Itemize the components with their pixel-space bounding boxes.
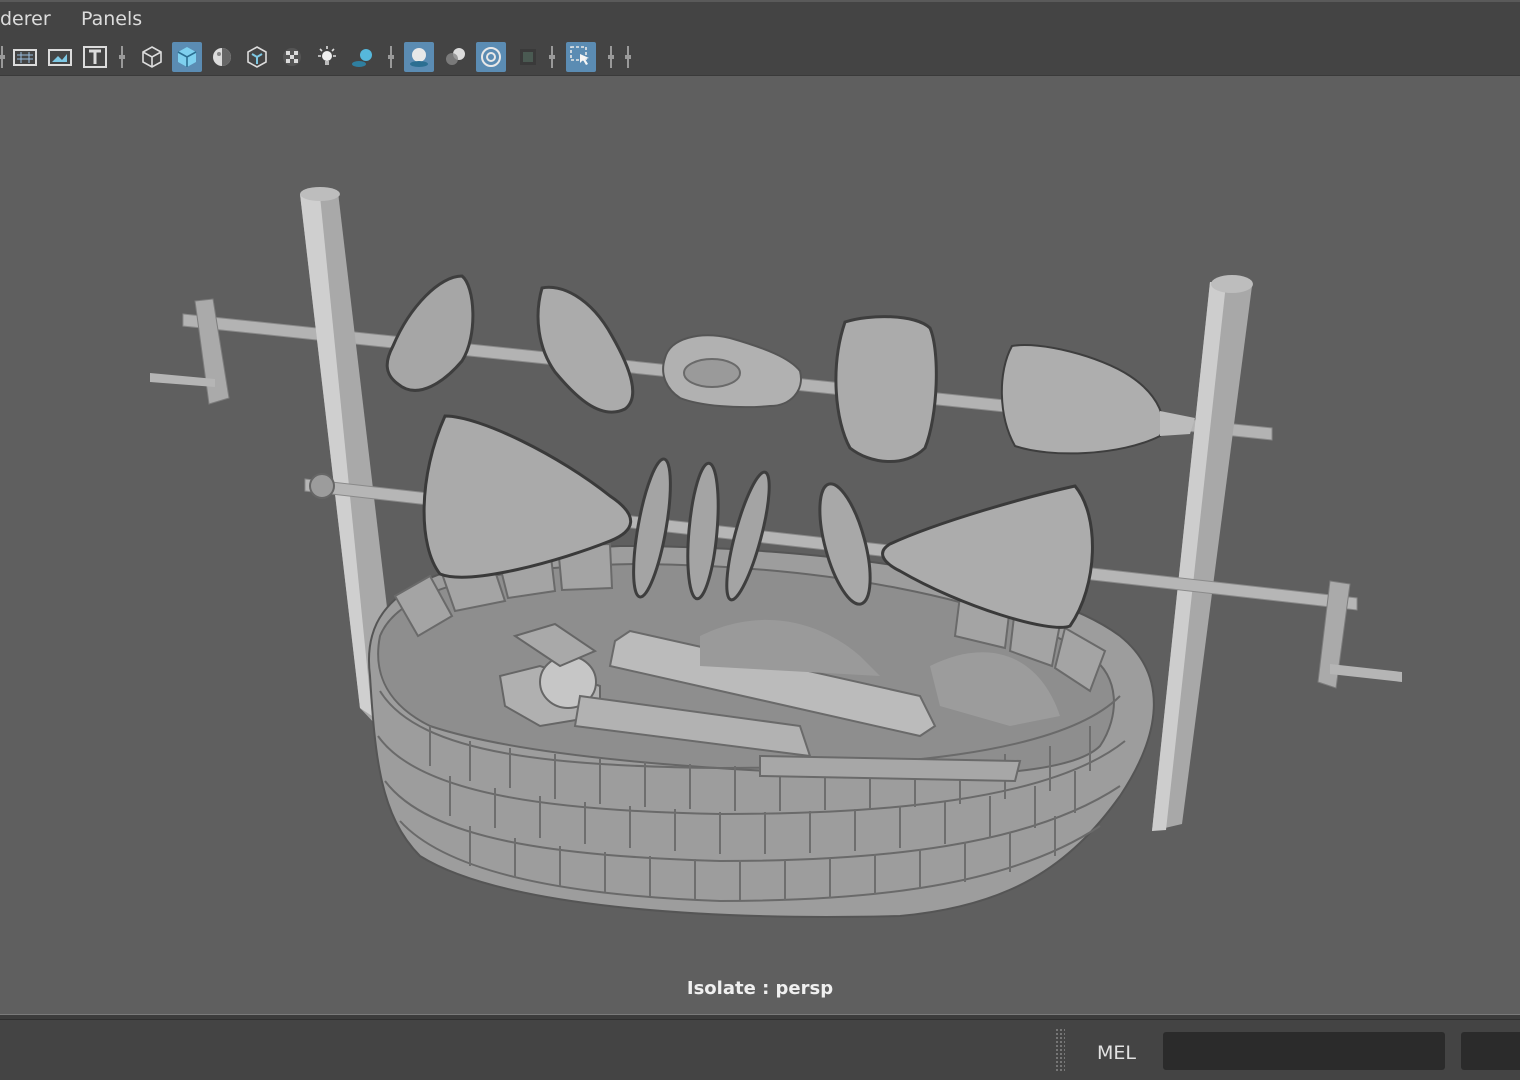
drag-handle-icon[interactable]: [1055, 1028, 1065, 1072]
checker-icon[interactable]: [277, 42, 307, 72]
menu-panels[interactable]: Panels: [81, 8, 142, 30]
command-line: MEL: [0, 1020, 1520, 1080]
film-gate-icon[interactable]: [45, 42, 75, 72]
toolbar-separator: [0, 46, 5, 68]
isolate-select-icon[interactable]: [476, 42, 506, 72]
script-language-toggle[interactable]: MEL: [1097, 1042, 1136, 1064]
toolbar-separator: [119, 46, 125, 68]
viewport-persp[interactable]: Isolate : persp: [0, 76, 1520, 1014]
toolbar-separator: [388, 46, 394, 68]
command-result-field: [1461, 1032, 1520, 1070]
lights-icon[interactable]: [312, 42, 342, 72]
toolbar-separator: [608, 46, 614, 68]
ambient-occlusion-icon[interactable]: [404, 42, 434, 72]
panel-toolbar: [0, 38, 1520, 76]
shadows-icon[interactable]: [347, 42, 377, 72]
textured-icon[interactable]: [242, 42, 272, 72]
toolbar-separator: [549, 46, 555, 68]
motion-blur-icon[interactable]: [440, 42, 470, 72]
smooth-shade-icon[interactable]: [172, 42, 202, 72]
toolbar-separator: [625, 46, 631, 68]
default-material-icon[interactable]: [207, 42, 237, 72]
grid-icon[interactable]: [10, 42, 40, 72]
command-input[interactable]: [1163, 1032, 1445, 1070]
camera-label: Isolate : persp: [686, 978, 834, 999]
xray-icon[interactable]: [513, 42, 543, 72]
menu-bar: derer Panels: [0, 0, 1520, 38]
menu-renderer[interactable]: derer: [0, 8, 51, 30]
wireframe-icon[interactable]: [137, 42, 167, 72]
spit-roast-model[interactable]: [0, 76, 1520, 1014]
select-highlight-icon[interactable]: [566, 42, 596, 72]
text-label-icon[interactable]: [80, 42, 110, 72]
